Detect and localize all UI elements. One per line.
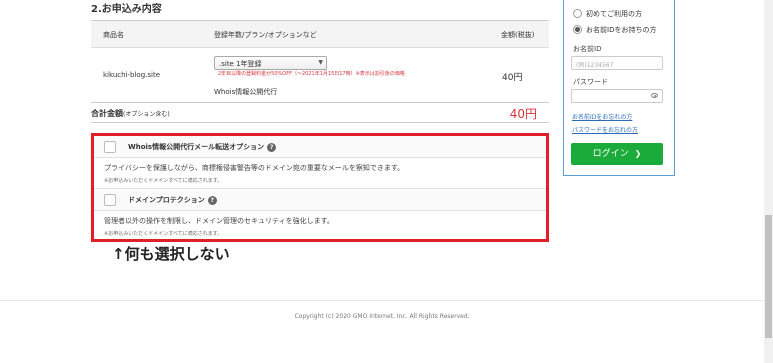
footer-divider (0, 300, 764, 301)
plan-select[interactable]: .site 1年登録 ▼ (214, 56, 327, 70)
section-title: 2.お申込み内容 (91, 4, 162, 15)
scrollbar[interactable] (764, 0, 773, 363)
whois-forward-checkbox[interactable] (104, 141, 116, 153)
item-price: 40円 (502, 73, 523, 83)
total-price: 40円 (509, 107, 537, 121)
header-product: 商品名 (103, 31, 124, 39)
password-input[interactable] (571, 89, 663, 103)
login-button[interactable]: ログイン ❯ (571, 143, 663, 165)
radio-new-user[interactable] (573, 9, 582, 18)
login-panel: 初めてご利用の方 お名前IDをお持ちの方 お名前ID (例)1234567 パス… (563, 0, 675, 176)
annotation-text: ↑何も選択しない (112, 245, 230, 263)
option-header: ドメインプロテクション? (94, 189, 546, 211)
options-highlight-box: Whois情報公開代行メール転送オプション? プライバシーを保護しながら、商標権… (91, 133, 549, 242)
scrollbar-thumb[interactable] (765, 215, 772, 338)
radio-existing-user[interactable] (573, 25, 582, 34)
eye-icon[interactable] (651, 93, 658, 98)
forgot-password-link[interactable]: パスワードをお忘れの方 (572, 125, 638, 134)
option-header: Whois情報公開代行メール転送オプション? (94, 136, 546, 158)
chevron-right-icon: ❯ (634, 149, 642, 158)
domain-name: kikuchi-blog.site (103, 71, 161, 79)
total-label-suffix: (オプション含む) (123, 111, 170, 118)
header-plan: 登録年数/プラン/オプションなど (214, 31, 317, 39)
id-label: お名前ID (573, 45, 602, 53)
option-description: プライバシーを保護しながら、商標権侵害警告等のドメイン宛の重要なメールを察知でき… (104, 164, 405, 172)
campaign-note: 2年目以降の登録料金が50%OFF（～2021年1月15日17時）※表示は割引後… (218, 71, 405, 77)
id-input[interactable]: (例)1234567 (571, 56, 663, 70)
option-title: ドメインプロテクション? (128, 195, 217, 205)
total-row: 合計金額(オプション含む) 40円 (91, 102, 549, 123)
header-price: 金額(税抜) (501, 31, 535, 39)
help-icon[interactable]: ? (207, 195, 217, 205)
footer-copyright: Copyright (c) 2020 GMO Internet, Inc. Al… (294, 313, 470, 320)
option-note: ※お申込みいただくドメインすべてに適応されます。 (104, 231, 223, 237)
chevron-down-icon: ▼ (318, 59, 323, 66)
radio-new-user-label: 初めてご利用の方 (586, 10, 642, 18)
domain-protection-checkbox[interactable] (104, 194, 116, 206)
total-label: 合計金額(オプション含む) (91, 109, 170, 118)
radio-existing-user-label: お名前IDをお持ちの方 (586, 26, 657, 34)
plan-select-value: .site 1年登録 (219, 60, 262, 68)
password-label: パスワード (573, 78, 608, 86)
option-title: Whois情報公開代行メール転送オプション? (128, 142, 277, 152)
option-note: ※お申込みいただくドメインすべてに適応されます。 (104, 178, 223, 184)
forgot-id-link[interactable]: お名前IDをお忘れの方 (572, 112, 632, 121)
help-icon[interactable]: ? (267, 142, 277, 152)
option-description: 管理者以外の操作を制限し、ドメイン管理のセキュリティを強化します。 (104, 217, 334, 225)
whois-label: Whois情報公開代行 (214, 88, 278, 96)
table-header: 商品名 登録年数/プラン/オプションなど 金額(税抜) (91, 21, 549, 48)
